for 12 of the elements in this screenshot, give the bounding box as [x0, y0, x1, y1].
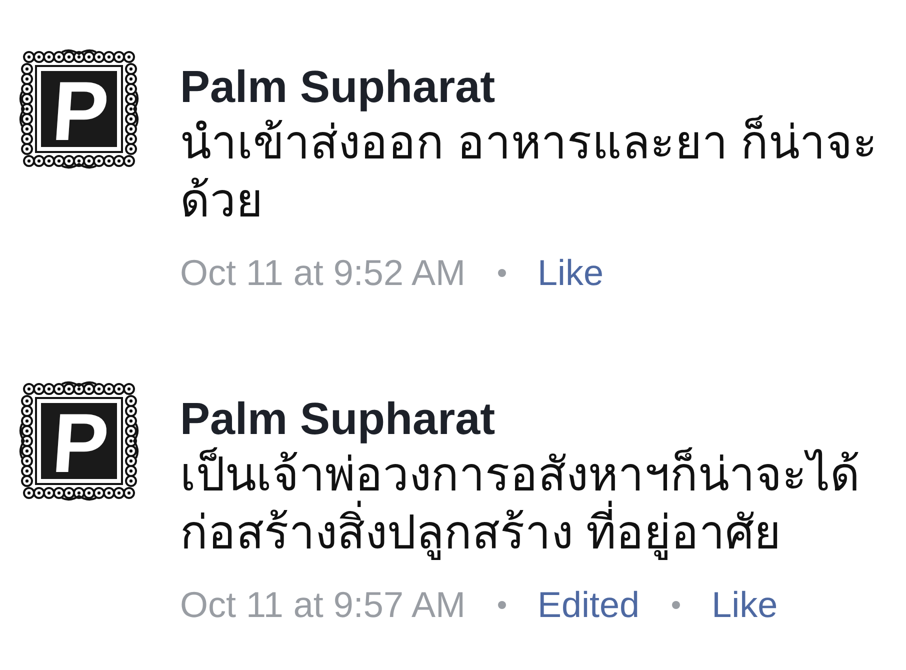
separator-dot-icon: [672, 601, 680, 609]
separator-dot-icon: [498, 269, 506, 277]
action-link[interactable]: Edited: [538, 583, 640, 627]
action-link[interactable]: Like: [712, 583, 778, 627]
timestamp: Oct 11 at 9:57 AM: [180, 583, 466, 627]
author-name[interactable]: Palm Supharat: [180, 61, 496, 113]
comment-text: นำเข้าส่งออก อาหารและยา ก็น่าจะด้วย: [180, 114, 879, 228]
action-link[interactable]: Like: [538, 251, 604, 295]
comment-text: เป็นเจ้าพ่อวงการอสังหาฯก็น่าจะได้ก่อสร้างสิ่งปลูกสร้าง ที่อยู่อาศัย: [180, 446, 861, 561]
author-name[interactable]: Palm Supharat: [180, 393, 496, 445]
separator-dot-icon: [498, 601, 506, 609]
timestamp: Oct 11 at 9:52 AM: [180, 251, 466, 295]
